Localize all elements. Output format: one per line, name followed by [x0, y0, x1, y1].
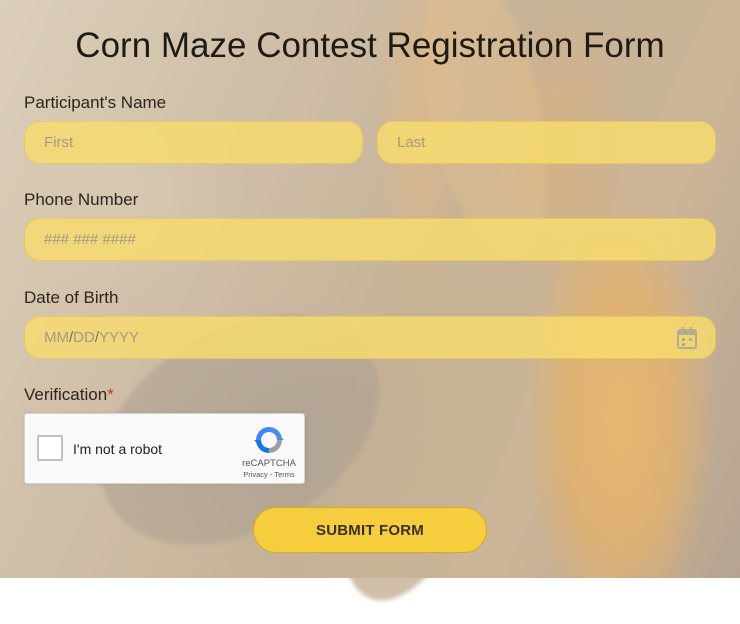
phone-number-input[interactable]: ### ### #### [24, 218, 716, 261]
phone-number-label: Phone Number [24, 190, 139, 209]
participant-name-label: Participant's Name [24, 93, 167, 112]
verification-label: Verification* [24, 385, 114, 405]
dob-year-placeholder: YYYY [99, 329, 140, 346]
calendar-icon[interactable] [677, 327, 697, 349]
dob-day-placeholder: DD [73, 329, 95, 346]
phone-placeholder: ### ### #### [44, 231, 136, 248]
registration-form: Corn Maze Contest Registration Form Part… [0, 0, 740, 578]
first-name-placeholder: First [44, 134, 74, 151]
dob-month-placeholder: MM [44, 329, 69, 346]
form-title: Corn Maze Contest Registration Form [75, 26, 665, 65]
recaptcha-widget: I'm not a robot reCAPTCHA Privacy - Term… [24, 413, 305, 484]
verification-text: Verification [24, 385, 108, 404]
required-asterisk: * [107, 385, 114, 404]
recaptcha-brand: reCAPTCHA [242, 458, 296, 469]
last-name-input[interactable]: Last [377, 121, 716, 164]
recaptcha-checkbox[interactable] [37, 435, 63, 461]
last-name-placeholder: Last [397, 134, 426, 151]
first-name-input[interactable]: First [24, 121, 363, 164]
recaptcha-privacy-terms-links[interactable]: Privacy - Terms [235, 470, 303, 479]
date-of-birth-input[interactable]: MM / DD / YYYY [24, 316, 716, 359]
submit-form-button[interactable]: SUBMIT FORM [253, 507, 487, 553]
date-of-birth-label: Date of Birth [24, 288, 119, 307]
recaptcha-logo-icon [254, 427, 284, 453]
recaptcha-label: I'm not a robot [73, 441, 163, 457]
